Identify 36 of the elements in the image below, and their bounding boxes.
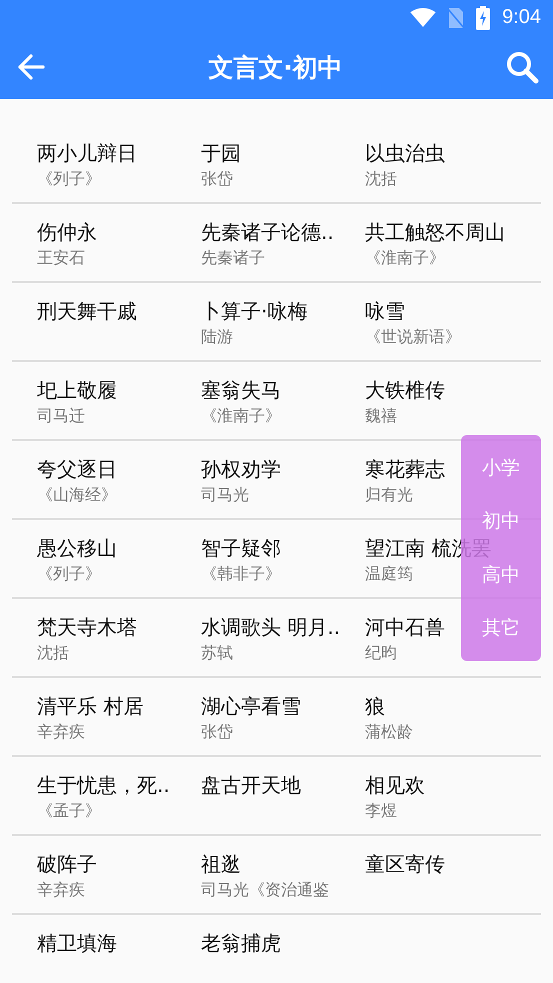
- article-item[interactable]: 咏雪 《世说新语》: [365, 297, 541, 360]
- status-time: 9:04: [502, 6, 541, 29]
- article-item[interactable]: 智子疑邻 《韩非子》: [201, 534, 365, 597]
- article-item[interactable]: 塞翁失马 《淮南子》: [201, 376, 365, 439]
- article-item[interactable]: 共工触怒不周山 《淮南子》: [365, 218, 541, 281]
- article-item[interactable]: 以虫治虫 沈括: [365, 139, 541, 202]
- no-sim-icon: [448, 6, 464, 28]
- article-item[interactable]: 水调歌头 明月.. 苏轼: [201, 613, 365, 676]
- article-item[interactable]: 清平乐 村居 辛弃疾: [37, 692, 201, 755]
- article-item[interactable]: 刑天舞干戚: [37, 297, 201, 360]
- article-item[interactable]: 狼 蒲松龄: [365, 692, 541, 755]
- article-item[interactable]: 孙权劝学 司马光: [201, 455, 365, 518]
- article-item[interactable]: 梵天寺木塔 沈括: [37, 613, 201, 676]
- article-item[interactable]: 夸父逐日 《山海经》: [37, 455, 201, 518]
- battery-icon: [476, 6, 490, 30]
- page-title: 文言文·初中: [208, 52, 343, 84]
- article-item[interactable]: 于园 张岱: [201, 139, 365, 202]
- article-item[interactable]: 卜算子·咏梅 陆游: [201, 297, 365, 360]
- article-item[interactable]: 两小儿辩日 《列子》: [37, 139, 201, 202]
- article-item[interactable]: 破阵子 辛弃疾: [37, 850, 201, 913]
- article-item[interactable]: 祖逖 司马光《资治通鉴: [201, 850, 365, 913]
- article-item[interactable]: 伤仲永 王安石: [37, 218, 201, 281]
- article-item[interactable]: 老翁捕虎: [201, 929, 365, 983]
- article-item[interactable]: 童区寄传: [365, 850, 541, 913]
- article-item[interactable]: 愚公移山 《列子》: [37, 534, 201, 597]
- article-item[interactable]: 圯上敬履 司马迁: [37, 376, 201, 439]
- article-item[interactable]: 大铁椎传 魏禧: [365, 376, 541, 439]
- article-item[interactable]: 先秦诸子论德.. 先秦诸子: [201, 218, 365, 281]
- article-item[interactable]: 盘古开天地: [201, 771, 365, 834]
- wifi-icon: [410, 8, 436, 27]
- article-item[interactable]: 精卫填海: [37, 929, 201, 983]
- article-item[interactable]: 相见欢 李煜: [365, 771, 541, 834]
- article-item[interactable]: 生于忧患，死.. 《孟子》: [37, 771, 201, 834]
- search-button[interactable]: [505, 50, 539, 84]
- article-item[interactable]: 湖心亭看雪 张岱: [201, 692, 365, 755]
- back-button[interactable]: [16, 52, 46, 82]
